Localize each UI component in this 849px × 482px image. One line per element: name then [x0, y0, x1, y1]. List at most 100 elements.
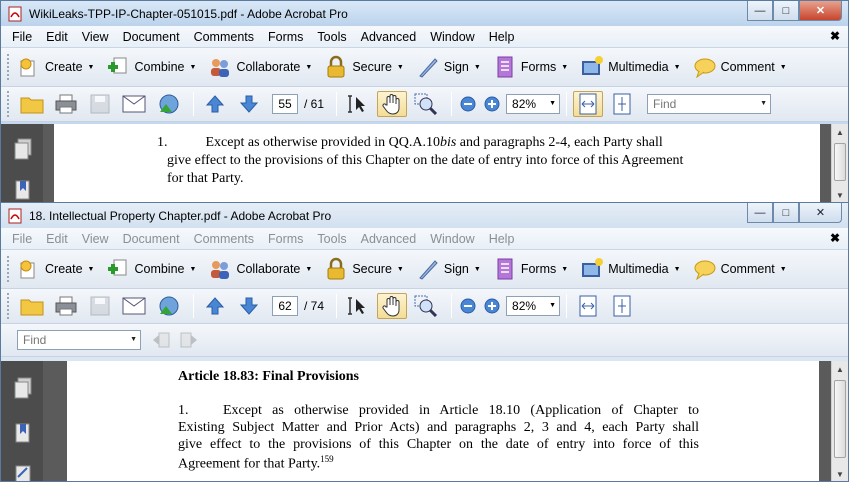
upload-button[interactable]	[153, 293, 183, 319]
email-button[interactable]	[119, 91, 149, 117]
menu-comments[interactable]: Comments	[187, 30, 261, 44]
sign-button[interactable]: Sign ▼	[416, 55, 481, 79]
print-button[interactable]	[51, 91, 81, 117]
toolbar-grip[interactable]	[7, 91, 11, 117]
open-button[interactable]	[17, 91, 47, 117]
maximize-button[interactable]: □	[773, 203, 799, 223]
secure-button[interactable]: Secure ▼	[324, 257, 404, 281]
scroll-down-arrow[interactable]: ▼	[832, 466, 848, 481]
zoom-select[interactable]: 82% ▼	[506, 296, 561, 316]
previous-page-button[interactable]	[200, 91, 230, 117]
minimize-button[interactable]: —	[747, 203, 773, 223]
pages-icon[interactable]	[14, 138, 32, 160]
footnote-marker[interactable]: 159	[320, 454, 334, 464]
pages-icon[interactable]	[14, 377, 32, 399]
zoom-in-button[interactable]	[482, 91, 502, 117]
menu-window[interactable]: Window	[423, 232, 481, 246]
scrollbar-thumb[interactable]	[834, 143, 846, 181]
collaborate-button[interactable]: Collaborate ▼	[208, 55, 312, 79]
vertical-scrollbar[interactable]: ▲ ▼	[831, 124, 848, 204]
multimedia-button[interactable]: Multimedia ▼	[580, 55, 681, 79]
scrollbar-thumb[interactable]	[834, 380, 846, 458]
toolbar-grip[interactable]	[7, 256, 11, 282]
menu-comments[interactable]: Comments	[187, 232, 261, 246]
menu-advanced[interactable]: Advanced	[354, 30, 424, 44]
previous-page-button[interactable]	[200, 293, 230, 319]
fit-page-button[interactable]	[607, 91, 637, 117]
collaborate-button[interactable]: Collaborate ▼	[208, 257, 312, 281]
scroll-up-arrow[interactable]: ▲	[832, 361, 848, 378]
close-document-icon[interactable]: ✖	[830, 29, 840, 43]
zoom-out-button[interactable]	[458, 91, 478, 117]
close-button[interactable]: ✕	[799, 1, 842, 21]
close-document-icon[interactable]: ✖	[830, 231, 840, 245]
comment-button[interactable]: Comment ▼	[693, 257, 787, 281]
zoom-select[interactable]: 82% ▼	[506, 94, 561, 114]
next-page-button[interactable]	[234, 91, 264, 117]
forms-button[interactable]: Forms ▼	[493, 55, 568, 79]
upload-button[interactable]	[153, 91, 183, 117]
combine-button[interactable]: Combine ▼	[106, 257, 196, 281]
maximize-button[interactable]: □	[773, 1, 799, 21]
marquee-zoom-button[interactable]	[411, 91, 441, 117]
menu-forms[interactable]: Forms	[261, 30, 310, 44]
open-button[interactable]	[17, 293, 47, 319]
menu-view[interactable]: View	[75, 30, 116, 44]
forms-button[interactable]: Forms ▼	[493, 257, 568, 281]
bookmarks-icon[interactable]	[14, 180, 32, 202]
secure-button[interactable]: Secure ▼	[324, 55, 404, 79]
menu-help[interactable]: Help	[482, 30, 522, 44]
menu-tools[interactable]: Tools	[310, 232, 353, 246]
select-tool-button[interactable]	[343, 91, 373, 117]
page-number-input[interactable]: 55	[272, 94, 298, 114]
menu-view[interactable]: View	[75, 232, 116, 246]
zoom-in-button[interactable]	[482, 293, 502, 319]
menu-forms[interactable]: Forms	[261, 232, 310, 246]
toolbar-grip[interactable]	[7, 54, 11, 80]
fit-width-button[interactable]	[573, 91, 604, 117]
menu-advanced[interactable]: Advanced	[354, 232, 424, 246]
find-next-button[interactable]	[177, 327, 201, 353]
print-button[interactable]	[51, 293, 81, 319]
menu-tools[interactable]: Tools	[310, 30, 353, 44]
hand-tool-button[interactable]	[377, 293, 408, 319]
window-controls: — □ ✕	[747, 203, 842, 223]
multimedia-button[interactable]: Multimedia ▼	[580, 257, 681, 281]
hand-tool-button[interactable]	[377, 91, 408, 117]
find-input[interactable]: Find ▼	[17, 330, 141, 350]
create-button[interactable]: Create ▼	[17, 257, 94, 281]
select-tool-button[interactable]	[343, 293, 373, 319]
vertical-scrollbar[interactable]: ▲ ▼	[831, 361, 848, 481]
fit-page-button[interactable]	[607, 293, 637, 319]
page-number-input[interactable]: 62	[272, 296, 298, 316]
menu-file[interactable]: File	[5, 232, 39, 246]
scroll-up-arrow[interactable]: ▲	[832, 124, 848, 141]
email-button[interactable]	[119, 293, 149, 319]
toolbar-grip[interactable]	[7, 293, 11, 319]
title-bar[interactable]: WikiLeaks-TPP-IP-Chapter-051015.pdf - Ad…	[1, 1, 848, 26]
title-bar[interactable]: 18. Intellectual Property Chapter.pdf - …	[1, 203, 848, 228]
find-previous-button[interactable]	[149, 327, 173, 353]
find-input[interactable]: Find ▼	[647, 94, 772, 114]
next-page-button[interactable]	[234, 293, 264, 319]
comment-button[interactable]: Comment ▼	[693, 55, 787, 79]
menu-edit[interactable]: Edit	[39, 30, 75, 44]
bookmarks-icon[interactable]	[14, 423, 32, 445]
save-button[interactable]	[85, 91, 115, 117]
marquee-zoom-button[interactable]	[411, 293, 441, 319]
menu-document[interactable]: Document	[116, 232, 187, 246]
menu-edit[interactable]: Edit	[39, 232, 75, 246]
combine-button[interactable]: Combine ▼	[106, 55, 196, 79]
menu-window[interactable]: Window	[423, 30, 481, 44]
create-button[interactable]: Create ▼	[17, 55, 94, 79]
minimize-button[interactable]: —	[747, 1, 773, 21]
save-button[interactable]	[85, 293, 115, 319]
menu-help[interactable]: Help	[482, 232, 522, 246]
zoom-out-button[interactable]	[458, 293, 478, 319]
close-button[interactable]: ✕	[799, 203, 842, 223]
sign-button[interactable]: Sign ▼	[416, 257, 481, 281]
fit-width-button[interactable]	[573, 293, 603, 319]
menu-file[interactable]: File	[5, 30, 39, 44]
menu-document[interactable]: Document	[116, 30, 187, 44]
signatures-icon[interactable]	[14, 465, 32, 482]
